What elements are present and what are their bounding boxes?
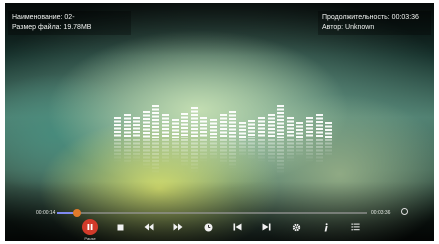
- previous-track-icon: [233, 223, 242, 231]
- duration-text: Продолжительность: 00:03:36: [322, 14, 419, 21]
- file-name-text: Наименование: 02-: [12, 14, 75, 21]
- stop-icon: [117, 224, 124, 231]
- fast-forward-button[interactable]: [171, 220, 185, 234]
- info-icon: [323, 222, 329, 232]
- track-info-panel: Продолжительность: 00:03:36 Автор: Unkno…: [318, 11, 431, 35]
- info-button[interactable]: [319, 220, 333, 234]
- stop-button[interactable]: [113, 220, 127, 234]
- rewind-icon: [144, 223, 154, 231]
- repeat-icon[interactable]: [401, 208, 408, 215]
- settings-button[interactable]: [289, 220, 303, 234]
- previous-track-button[interactable]: [230, 220, 244, 234]
- rewind-button[interactable]: [142, 220, 156, 234]
- fast-forward-icon: [173, 223, 183, 231]
- pause-icon: [86, 218, 94, 236]
- file-info-panel: Наименование: 02- Размер файла: 19.78MB: [8, 11, 131, 35]
- current-time: 00:00:14: [36, 210, 56, 216]
- pause-button[interactable]: [82, 219, 98, 235]
- total-time: 00:03:36: [371, 210, 391, 216]
- timer-button[interactable]: [201, 220, 215, 234]
- author-text: Автор: Unknown: [322, 24, 375, 31]
- background-vignette: [5, 3, 434, 241]
- next-track-button[interactable]: [259, 220, 273, 234]
- playlist-icon: [351, 223, 360, 231]
- next-track-icon: [262, 223, 271, 231]
- media-player-screen: Наименование: 02- Размер файла: 19.78MB …: [5, 3, 434, 241]
- pause-label: Pause: [84, 236, 96, 241]
- playlist-button[interactable]: [348, 220, 362, 234]
- settings-icon: [292, 223, 301, 232]
- progress-bar[interactable]: [57, 209, 367, 217]
- clock-icon: [204, 223, 213, 232]
- file-size-text: Размер файла: 19.78MB: [12, 24, 92, 31]
